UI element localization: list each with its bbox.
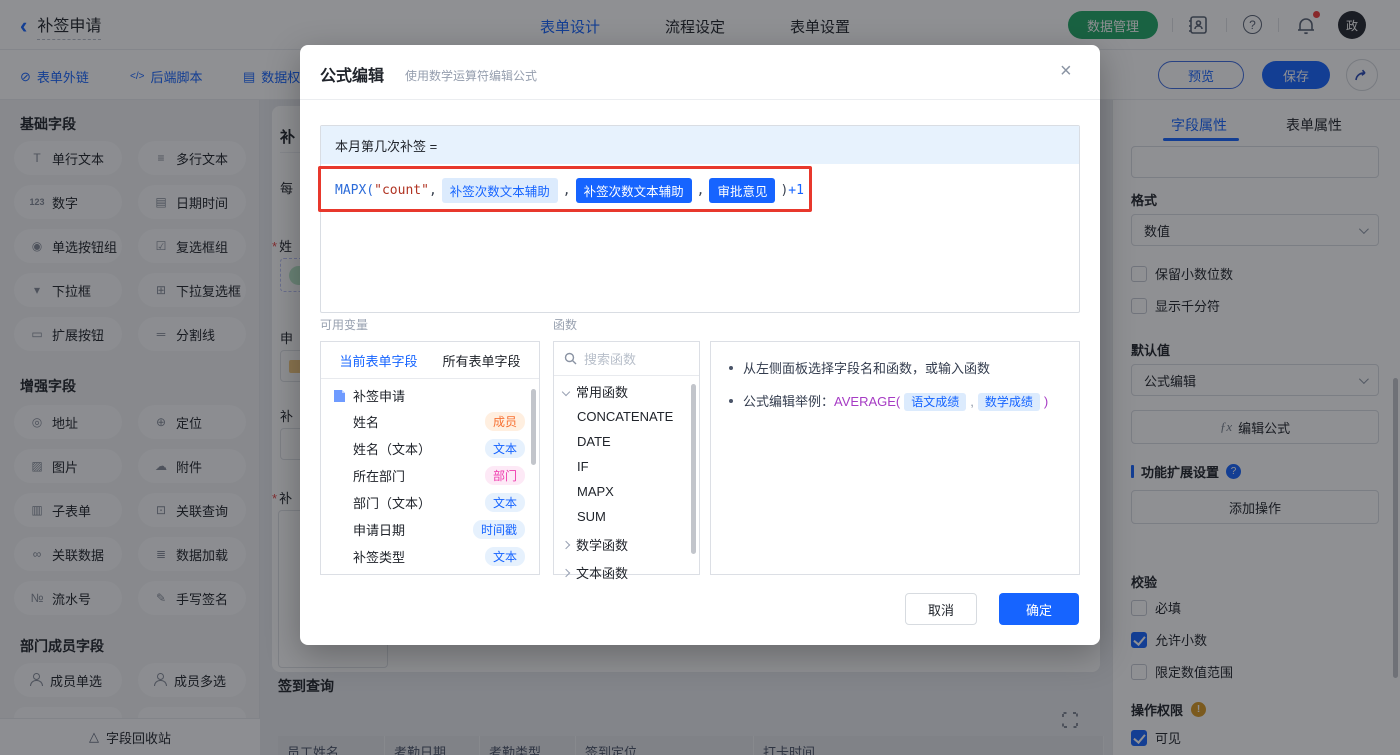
chevron-expanded-icon (561, 387, 571, 396)
functions-panel: 搜索函数 常用函数 CONCATENATE DATE IF MAPX SUM 数… (553, 341, 700, 581)
search-icon (564, 352, 577, 365)
modal-title: 公式编辑 (320, 68, 385, 85)
functions-scrollbar[interactable] (691, 384, 696, 554)
variable-row[interactable]: 姓名 成员 (321, 408, 539, 435)
tab-all-form-fields[interactable]: 所有表单字段 (442, 351, 520, 370)
formula-function-token: MAPX( (335, 183, 375, 198)
confirm-button[interactable]: 确定 (999, 593, 1079, 625)
function-item[interactable]: DATE (554, 429, 699, 454)
variable-row[interactable]: 所在部门 部门 (321, 462, 539, 489)
modal-divider (300, 99, 1100, 100)
modal-subtitle: 使用数学运算符编辑公式 (405, 69, 538, 83)
hints-panel: 从左侧面板选择字段名和函数，或输入函数 公式编辑举例：AVERAGE(语文成绩,… (710, 341, 1080, 575)
formula-expression[interactable]: MAPX("count", 补签次数文本辅助, 补签次数文本辅助, 审批意见) +1 (335, 178, 804, 203)
formula-field-chip-selected[interactable]: 审批意见 (709, 178, 776, 203)
functions-label: 函数 (553, 318, 578, 332)
field-type-badge: 文本 (484, 493, 525, 512)
tree-form-node[interactable]: 补签申请 (321, 379, 539, 408)
form-doc-icon (334, 389, 345, 402)
function-group-math[interactable]: 数学函数 (554, 529, 699, 557)
variable-row[interactable]: 姓名（文本） 文本 (321, 435, 539, 462)
bullet-dot (729, 365, 733, 370)
field-type-badge: 时间戳 (472, 520, 525, 539)
function-search-input[interactable]: 搜索函数 (584, 349, 636, 368)
app-screen: ‹ 补签申请 表单设计 流程设定 表单设置 数据管理 ? 政 ⊘ 表单外链 </… (0, 0, 1400, 755)
chevron-collapsed-icon (561, 540, 571, 549)
chevron-collapsed-icon (561, 568, 571, 577)
function-item[interactable]: MAPX (554, 479, 699, 504)
formula-field-chip[interactable]: 补签次数文本辅助 (441, 178, 558, 203)
formula-editor-box[interactable]: 本月第几次补签 = MAPX("count", 补签次数文本辅助, 补签次数文本辅助… (320, 125, 1080, 313)
hint-line-1: 从左侧面板选择字段名和函数，或输入函数 (743, 361, 991, 376)
function-item[interactable]: SUM (554, 504, 699, 529)
variable-row[interactable]: 部门（文本） 文本 (321, 489, 539, 516)
variables-label: 可用变量 (320, 318, 369, 332)
variable-row[interactable]: 申请日期 时间戳 (321, 516, 539, 543)
function-group-text[interactable]: 文本函数 (554, 557, 699, 585)
formula-string-token: "count" (374, 183, 429, 198)
example-field-chip: 语文成绩 (904, 393, 967, 411)
variables-panel: 当前表单字段 所有表单字段 补签申请 姓名 成员 姓名（文本） 文本 所在部门 部门 … (320, 341, 540, 575)
formula-editor-modal: 公式编辑 使用数学运算符编辑公式 × 本月第几次补签 = MAPX("count… (300, 45, 1100, 645)
bullet-dot (729, 398, 733, 403)
example-field-chip: 数学成绩 (977, 393, 1040, 411)
function-item[interactable]: CONCATENATE (554, 404, 699, 429)
variables-scrollbar[interactable] (531, 389, 536, 465)
function-item[interactable]: IF (554, 454, 699, 479)
formula-target-bar: 本月第几次补签 = (321, 126, 1079, 164)
field-type-badge: 部门 (484, 466, 525, 485)
variable-row[interactable]: 补签类型 文本 (321, 543, 539, 570)
close-icon[interactable]: × (1060, 61, 1072, 81)
field-type-badge: 文本 (484, 547, 525, 566)
field-type-badge: 文本 (484, 439, 525, 458)
tab-current-form-fields[interactable]: 当前表单字段 (339, 351, 417, 370)
formula-field-chip-selected[interactable]: 补签次数文本辅助 (575, 178, 692, 203)
field-type-badge: 成员 (484, 412, 525, 431)
cancel-button[interactable]: 取消 (905, 593, 977, 625)
hint-line-2: 公式编辑举例：AVERAGE(语文成绩, 数学成绩) (743, 393, 1049, 411)
formula-operator-token: +1 (788, 183, 804, 198)
function-group-common[interactable]: 常用函数 (554, 376, 699, 404)
